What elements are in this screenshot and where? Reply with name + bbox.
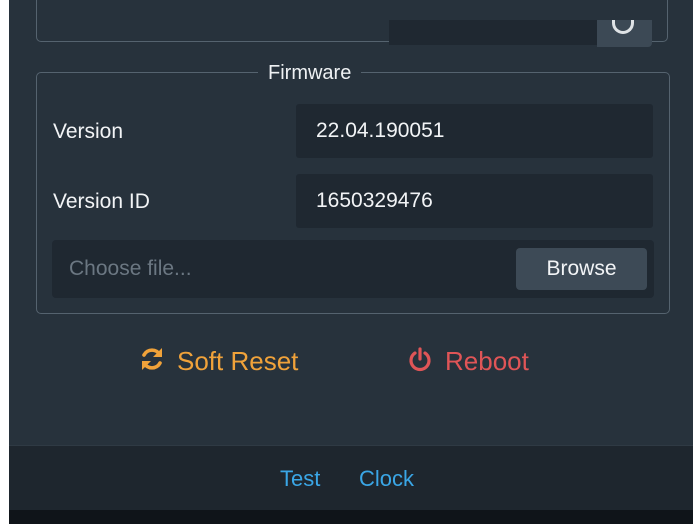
settings-panel: Firmware Version 22.04.190051 Version ID… [9, 0, 693, 524]
version-value: 22.04.190051 [296, 104, 653, 158]
reboot-button[interactable]: Reboot [407, 344, 529, 378]
refresh-icon [612, 20, 634, 34]
file-input[interactable] [69, 240, 489, 298]
footer-link-clock[interactable]: Clock [359, 466, 414, 492]
bottom-strip [9, 510, 693, 524]
sync-icon [139, 346, 165, 380]
previous-field-button[interactable] [597, 20, 652, 47]
version-id-label: Version ID [53, 190, 150, 213]
soft-reset-label: Soft Reset [177, 346, 299, 376]
file-chooser: Browse [52, 240, 654, 298]
firmware-legend: Firmware [258, 62, 362, 84]
footer-link-test[interactable]: Test [280, 466, 320, 492]
browse-button[interactable]: Browse [516, 248, 647, 290]
soft-reset-button[interactable]: Soft Reset [139, 344, 298, 378]
version-label: Version [53, 120, 124, 143]
reboot-label: Reboot [445, 346, 529, 376]
previous-field-input[interactable] [389, 20, 599, 45]
footer-bar: Test Clock [9, 445, 693, 510]
power-icon [407, 346, 433, 380]
version-id-value: 1650329476 [296, 174, 653, 228]
